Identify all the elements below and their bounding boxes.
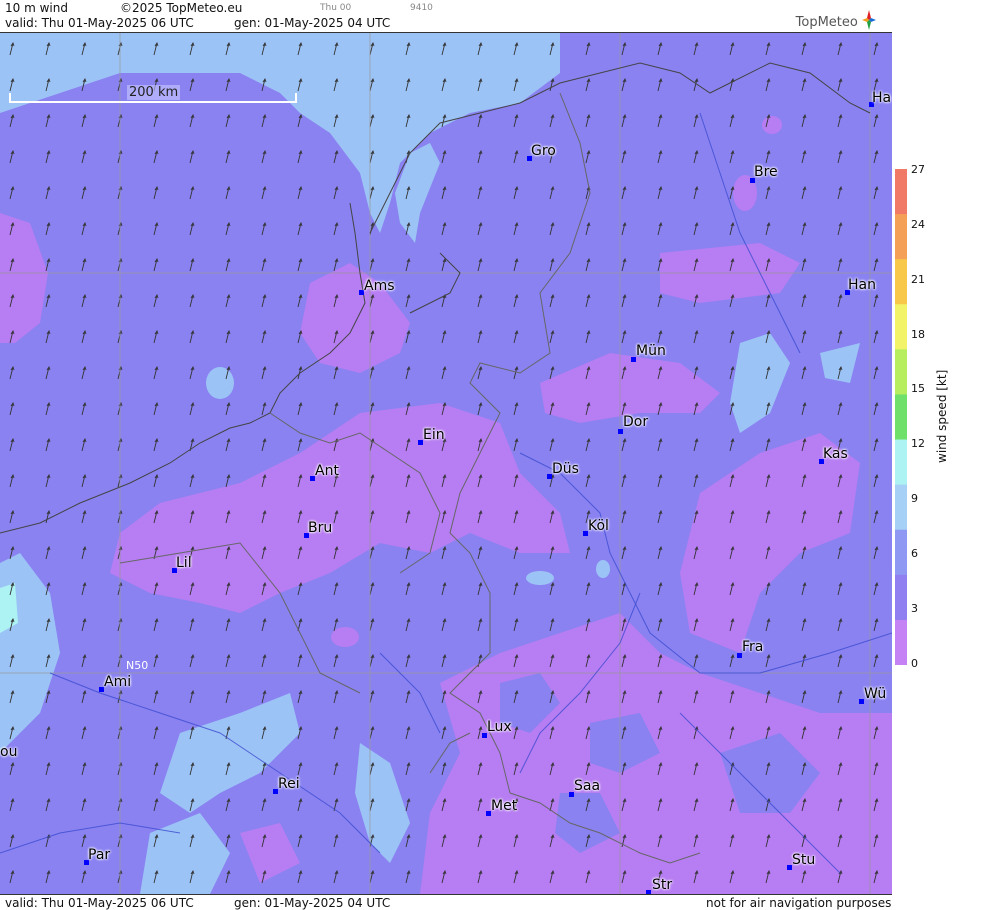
city-label[interactable]: Han (848, 277, 876, 293)
city-label[interactable]: ou (0, 744, 17, 760)
city-label[interactable]: Ein (423, 427, 445, 443)
legend-swatch (895, 439, 907, 486)
legend-tick-label: 24 (911, 217, 925, 231)
footer-valid-time: valid: Thu 01-May-2025 06 UTC (5, 896, 194, 910)
city-label[interactable]: Mün (636, 343, 666, 359)
city-label[interactable]: Met (491, 798, 517, 814)
city-label[interactable]: Fra (742, 639, 763, 655)
legend-swatch (895, 259, 907, 305)
legend-swatch (895, 529, 907, 576)
copyright: ©2025 TopMeteo.eu (120, 1, 243, 15)
city-label[interactable]: Rei (278, 776, 300, 792)
legend-tick-label: 3 (911, 601, 918, 615)
city-label[interactable]: Par (88, 847, 110, 863)
legend-swatch (895, 304, 907, 350)
valid-time: valid: Thu 01-May-2025 06 UTC (5, 16, 194, 30)
legend-tick-label: 12 (911, 437, 925, 451)
brand-name: TopMeteo (795, 15, 858, 30)
city-label[interactable]: Ha (872, 90, 891, 106)
city-label[interactable]: Wü (864, 686, 886, 702)
legend-swatch (895, 574, 907, 621)
legend-tick-label: 27 (911, 163, 925, 176)
legend-tick-label: 21 (911, 272, 925, 286)
legend-tick-label: 18 (911, 327, 925, 341)
city-label[interactable]: Str (652, 877, 672, 893)
city-label[interactable]: Saa (574, 778, 600, 794)
scale-bar: 200 km (9, 85, 297, 103)
disclaimer: not for air navigation purposes (706, 896, 892, 910)
wind-map[interactable]: 200 km N50 Ha Gro Bre Han Ams Mün Dor Ei… (0, 33, 892, 894)
header-bar: 10 m wind ©2025 TopMeteo.eu Thu 00 9410 … (0, 0, 892, 33)
legend-title: wind speed [kt] (935, 369, 949, 463)
legend-swatch (895, 169, 907, 215)
legend-swatch (895, 394, 907, 441)
city-label[interactable]: Bre (754, 164, 778, 180)
product-title: 10 m wind (5, 1, 68, 15)
legend-tick-label: 0 (911, 656, 918, 670)
legend-swatch (895, 619, 907, 665)
brand-logo[interactable]: TopMeteo (796, 10, 876, 30)
legend-tick-label: 9 (911, 492, 918, 505)
wind-speed-legend: 27 24 21 18 15 12 9 6 3 0 wind speed [kt] (893, 33, 983, 894)
compass-icon (862, 10, 876, 30)
wind-field-svg (0, 33, 892, 894)
footer-generated-time: gen: 01-May-2025 04 UTC (234, 896, 391, 910)
legend-tick-label: 15 (911, 382, 925, 396)
city-label[interactable]: Gro (531, 143, 556, 159)
legend-swatch (895, 484, 907, 531)
city-label[interactable]: Kas (823, 446, 848, 462)
city-label[interactable]: Ami (104, 674, 131, 690)
city-label[interactable]: Dor (623, 414, 648, 430)
city-label[interactable]: Bru (308, 520, 332, 536)
generated-time: gen: 01-May-2025 04 UTC (234, 16, 391, 30)
run-code: 9410 (410, 3, 433, 13)
legend-swatch (895, 214, 907, 260)
city-label[interactable]: Lux (487, 719, 512, 735)
day-code: Thu 00 (320, 3, 352, 13)
wind-arrows (0, 33, 892, 894)
legend-colorbar (895, 169, 907, 665)
legend-swatch (895, 349, 907, 395)
footer-bar: valid: Thu 01-May-2025 06 UTC gen: 01-Ma… (0, 894, 892, 910)
city-label[interactable]: Ams (364, 278, 395, 294)
city-label[interactable]: Köl (588, 518, 609, 534)
city-label[interactable]: Düs (552, 461, 579, 477)
scale-label: 200 km (127, 85, 181, 100)
legend-tick-label: 6 (911, 546, 918, 560)
city-label[interactable]: Ant (315, 463, 339, 479)
latitude-label: N50 (126, 659, 149, 672)
city-label[interactable]: Lil (176, 555, 192, 571)
city-label[interactable]: Stu (792, 852, 815, 868)
